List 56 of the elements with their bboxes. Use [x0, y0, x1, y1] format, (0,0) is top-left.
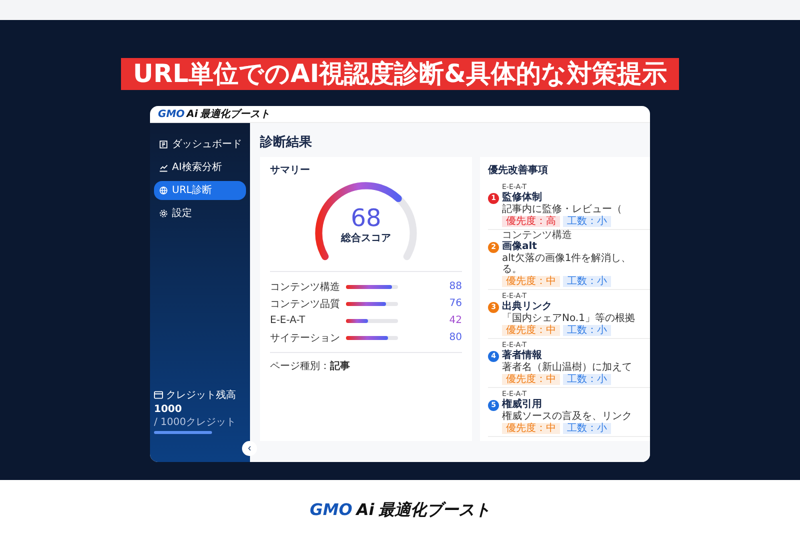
page-title: 診断結果 [260, 134, 313, 151]
globe-icon [159, 186, 168, 195]
item-description: る。 [501, 264, 523, 275]
item-title: 出典リンク [502, 301, 552, 312]
tag: 優先度：中 [502, 325, 560, 336]
sidebar-item[interactable]: AI検索分析 [154, 158, 246, 177]
banner-title: URL単位でのAI視認度診断&具体的な対策提示 [121, 58, 679, 90]
tag: 工数：小 [563, 423, 611, 434]
logo-product: 最適化ブースト [200, 107, 270, 121]
item-description: alt欠落の画像1件を解消し、 [501, 253, 632, 264]
score-value: 68 [350, 205, 382, 231]
item-title: 画像alt [502, 241, 537, 252]
item-description: 「国内シェアNo.1」等の根拠 [501, 313, 636, 324]
item-description: 記事内に監修・レビュー（ [501, 204, 623, 215]
tag: 工数：小 [563, 374, 611, 385]
metric-value: 88 [449, 281, 462, 292]
metric-name: サイテーション [270, 332, 341, 344]
metric-name: コンテンツ品質 [270, 298, 341, 310]
credit-label: クレジット残高 [154, 388, 246, 402]
sidebar-item[interactable]: 設定 [154, 204, 246, 223]
credit-total: / 1000クレジット [154, 416, 236, 429]
score-label: 総合スコア [341, 232, 391, 245]
tag: 工数：小 [563, 325, 611, 336]
metric-name: E-E-A-T [270, 315, 306, 326]
metric-value: 80 [449, 332, 462, 343]
chart-icon [159, 163, 168, 172]
tag: 優先度：中 [502, 423, 560, 434]
tag: 工数：小 [563, 216, 611, 227]
summary-title: サマリー [270, 164, 311, 177]
item-title: 権威引用 [502, 399, 542, 410]
logo-ai: Ai [186, 109, 198, 120]
page-type: ページ種別：記事 [270, 360, 351, 373]
sidebar-item[interactable]: ダッシュボード [154, 135, 246, 154]
item-title: 著者情報 [502, 350, 542, 362]
logo-brand: GMO [310, 500, 352, 518]
tag: 優先度：中 [502, 276, 560, 287]
item-description: 著者名（新山温樹）に加えて [501, 362, 633, 373]
collapse-button[interactable]: ‹ [242, 441, 257, 456]
logo-ai: Ai [356, 500, 374, 518]
settings-icon [159, 209, 168, 218]
item-title: 監修体制 [502, 192, 542, 204]
logo-product: 最適化ブースト [378, 500, 490, 520]
sidebar-item[interactable]: URL診断 [154, 181, 246, 200]
priorities-title: 優先改善事項 [488, 163, 549, 177]
card-icon [154, 391, 163, 399]
tag: 工数：小 [563, 276, 611, 287]
item-category: コンテンツ構造 [501, 231, 573, 241]
logo-brand: GMO [158, 109, 185, 120]
metric-value: 76 [449, 298, 462, 309]
document-icon [159, 140, 168, 149]
tag: 優先度：中 [502, 374, 560, 385]
metric-name: コンテンツ構造 [270, 280, 341, 294]
credit-amount: 1000 [154, 404, 182, 415]
item-description: 権威ソースの言及を、リンク [501, 411, 633, 422]
tag: 優先度：高 [502, 216, 560, 227]
metric-value: 42 [449, 315, 462, 326]
